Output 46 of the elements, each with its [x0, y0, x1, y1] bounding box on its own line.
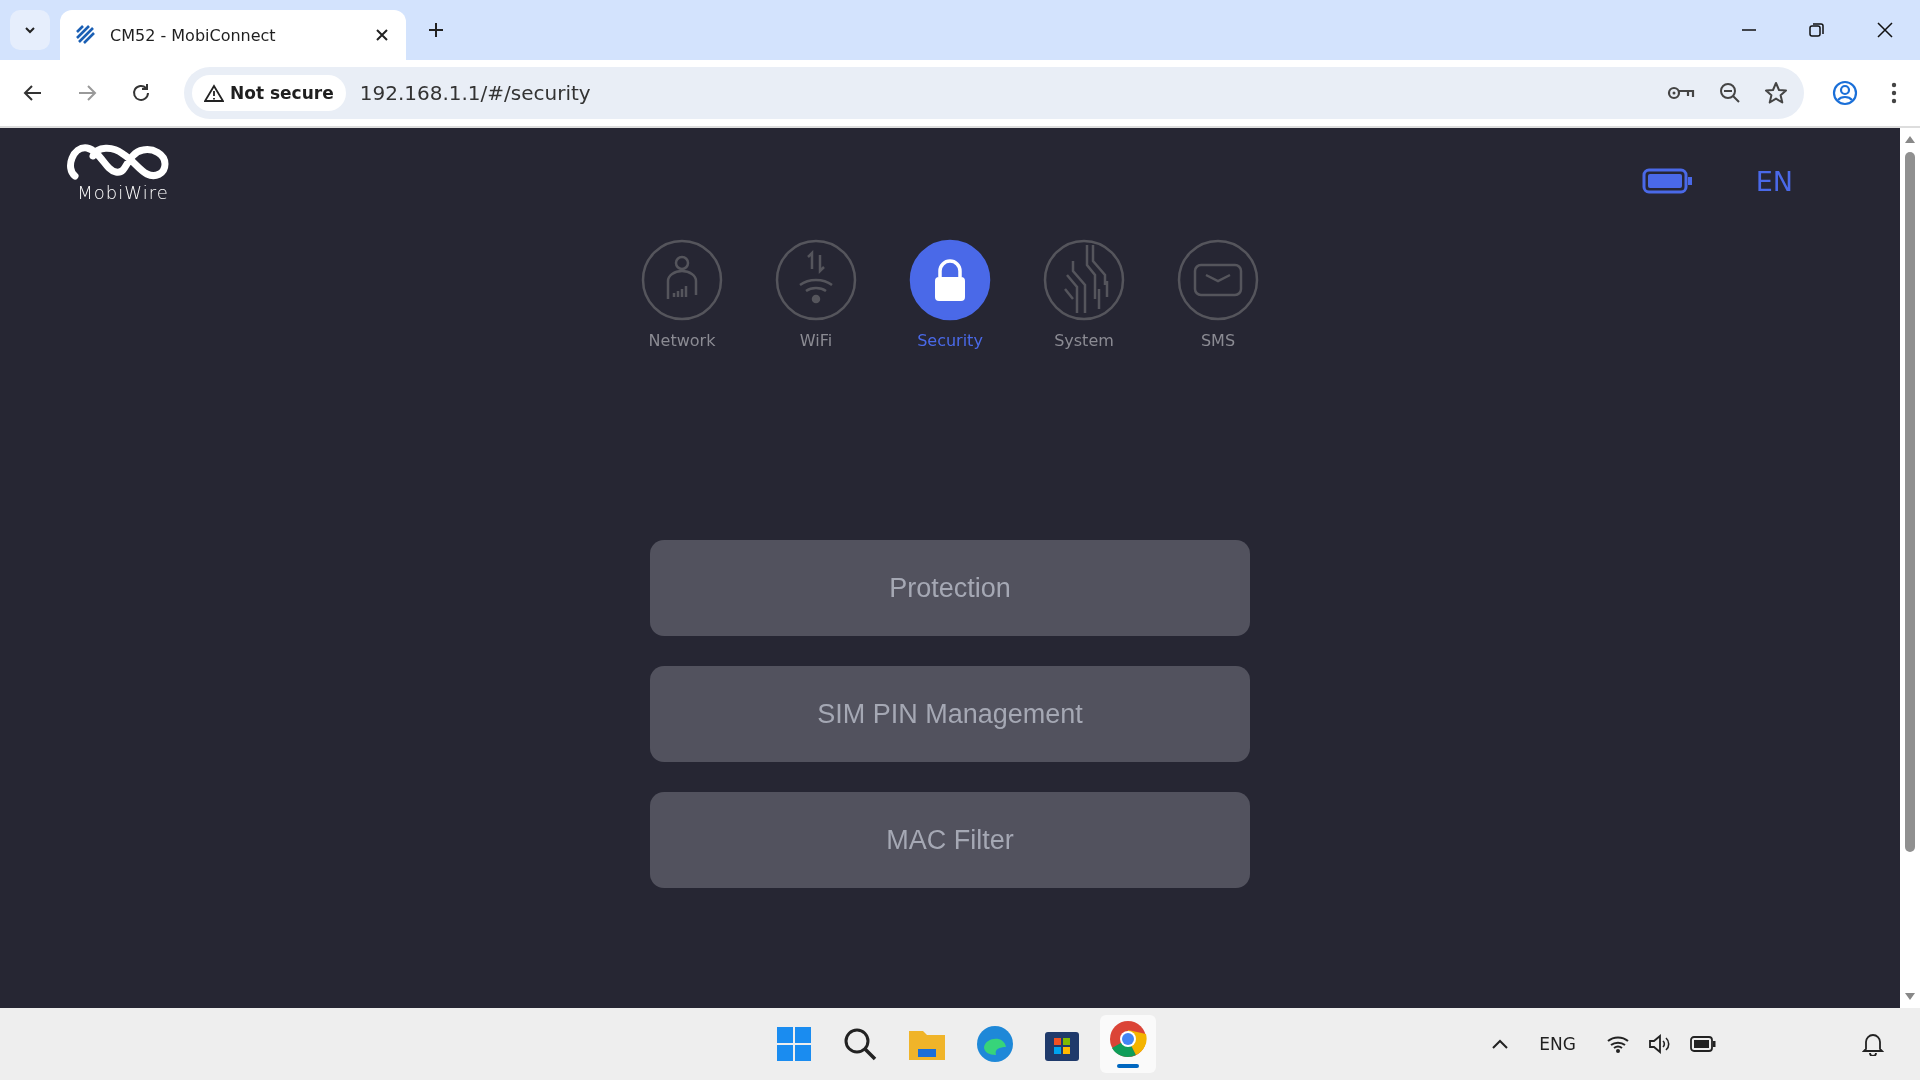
- browser-tab[interactable]: CM52 - MobiConnect: [60, 10, 406, 60]
- start-icon[interactable]: [776, 1026, 812, 1062]
- battery-icon: [1641, 168, 1694, 194]
- scroll-down-icon[interactable]: [1904, 992, 1916, 1002]
- nav-tab[interactable]: Network: [637, 239, 727, 350]
- menu-button[interactable]: SIM PIN Management: [650, 666, 1250, 762]
- new-tab-icon[interactable]: [426, 20, 446, 40]
- notification-bell-icon[interactable]: [1862, 1032, 1884, 1056]
- chrome-icon: [1109, 1020, 1147, 1058]
- sms-icon: [1177, 239, 1259, 321]
- language-button[interactable]: EN: [1755, 166, 1793, 197]
- scroll-up-icon[interactable]: [1904, 134, 1916, 144]
- network-icon: [641, 239, 723, 321]
- speaker-icon[interactable]: [1648, 1034, 1672, 1054]
- menu-button[interactable]: Protection: [650, 540, 1250, 636]
- chevron-up-icon[interactable]: [1491, 1038, 1510, 1050]
- security-icon: [909, 239, 991, 321]
- zoom-out-icon[interactable]: [1718, 81, 1742, 105]
- restore-icon[interactable]: [1808, 21, 1826, 39]
- close-window-icon[interactable]: [1876, 21, 1894, 39]
- input-language[interactable]: ENG: [1539, 1034, 1576, 1054]
- reload-icon[interactable]: [130, 82, 152, 104]
- menu-button[interactable]: MAC Filter: [650, 792, 1250, 888]
- more-menu-icon[interactable]: [1890, 81, 1898, 105]
- address-bar[interactable]: Not secure 192.168.1.1/#/security: [184, 67, 1804, 119]
- wifi-icon[interactable]: [1606, 1034, 1630, 1054]
- logo-text: MobiWire: [77, 182, 169, 203]
- wifi-icon: [775, 239, 857, 321]
- tab-title: CM52 - MobiConnect: [110, 25, 277, 45]
- nav-tab[interactable]: System: [1039, 239, 1129, 350]
- battery-icon[interactable]: [1690, 1036, 1716, 1052]
- security-chip[interactable]: Not secure: [192, 75, 346, 111]
- browser-edge-icon[interactable]: [976, 1025, 1014, 1063]
- nav-tab[interactable]: SMS: [1173, 239, 1263, 350]
- profile-icon[interactable]: [1832, 80, 1858, 106]
- nav-tab[interactable]: Security: [905, 239, 995, 350]
- warning-icon: [204, 84, 224, 102]
- nav-tab[interactable]: WiFi: [771, 239, 861, 350]
- chrome-taskbar-button[interactable]: [1100, 1015, 1156, 1073]
- scrollbar-thumb[interactable]: [1905, 152, 1915, 852]
- scrollbar[interactable]: [1900, 128, 1920, 1008]
- system-icon: [1043, 239, 1125, 321]
- close-tab-icon[interactable]: [374, 27, 390, 43]
- bookmark-star-icon[interactable]: [1764, 81, 1788, 105]
- url-text: 192.168.1.1/#/security: [359, 81, 591, 105]
- search-icon[interactable]: [842, 1026, 878, 1062]
